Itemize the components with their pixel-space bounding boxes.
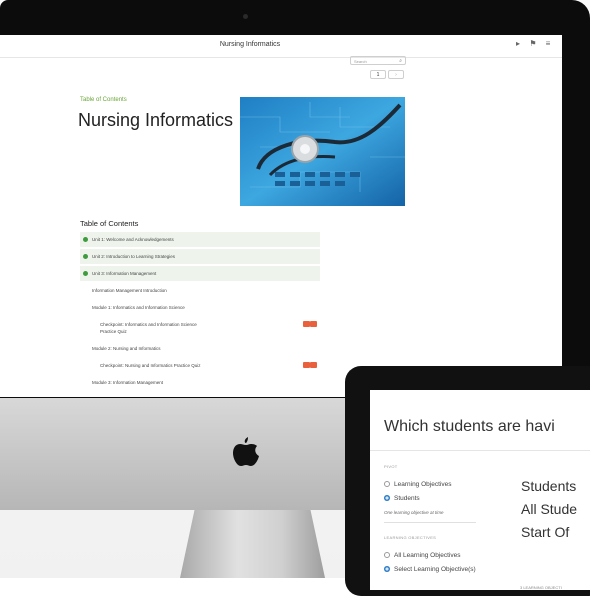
summary-line: All Stude [521, 501, 578, 517]
quiz-badge-icon[interactable] [303, 321, 310, 327]
toc-item[interactable]: Module 1: Informatics and Information Sc… [80, 300, 320, 315]
cover-image [240, 97, 405, 206]
divider [370, 450, 590, 451]
desktop-screen: Nursing Informatics ▸ ⚑ ≡ Search ⌕ 1 › T… [0, 35, 562, 397]
quiz-badge-icon[interactable] [310, 321, 317, 327]
toc-heading: Table of Contents [80, 219, 139, 228]
learning-objectives-label: LEARNING OBJECTIVES [384, 535, 437, 540]
camera-dot [243, 14, 248, 19]
toc-item[interactable]: Unit 1: Welcome and Acknowledgements [80, 232, 320, 247]
complete-dot-icon [83, 271, 88, 277]
pivot-note: One learning objective at time [384, 510, 444, 515]
toc-link[interactable]: Table of Contents [80, 97, 127, 103]
toc-item[interactable]: Module 2: Nursing and Informatics [80, 341, 320, 356]
toc-item[interactable]: Module 3: Information Management [80, 375, 320, 390]
toc-item[interactable]: Unit 3: Information Management [80, 266, 320, 281]
complete-dot-icon [83, 237, 88, 243]
radio-selected-icon[interactable] [384, 566, 390, 573]
next-page-button[interactable]: › [388, 70, 404, 79]
radio-icon[interactable] [384, 481, 390, 488]
pivot-option-students[interactable]: Students [384, 495, 420, 502]
pivot-label: PIVOT [384, 464, 398, 469]
summary-line: Students [521, 478, 577, 494]
imac-stand [180, 510, 325, 578]
menu-icon[interactable]: ≡ [543, 39, 553, 49]
learning-objectives-count: 3 LEARNING OBJECTI [520, 585, 562, 590]
radio-icon[interactable] [384, 552, 390, 559]
apple-logo-icon [233, 437, 259, 466]
pivot-option-learning-objectives[interactable]: Learning Objectives [384, 481, 451, 488]
product-photo: Nursing Informatics ▸ ⚑ ≡ Search ⌕ 1 › T… [0, 0, 590, 596]
laptop-screen: Which students are havi PIVOT Learning O… [370, 390, 590, 590]
radio-selected-icon[interactable] [384, 495, 390, 502]
page-number-button[interactable]: 1 [370, 70, 386, 79]
toc-item[interactable]: Checkpoint: Nursing and Informatics Prac… [80, 358, 320, 373]
complete-dot-icon [83, 254, 88, 260]
summary-line: Start Of [521, 524, 570, 540]
play-icon[interactable]: ▸ [513, 39, 523, 49]
search-icon[interactable]: ⌕ [399, 57, 402, 66]
divider [384, 522, 476, 523]
search-input[interactable]: Search ⌕ [350, 56, 406, 65]
bookmark-icon[interactable]: ⚑ [528, 39, 538, 49]
toc-item[interactable]: Information Management Introduction [80, 283, 320, 298]
quiz-badge-icon[interactable] [310, 362, 317, 368]
toc-item[interactable]: Unit 2: Introduction to Learning Strateg… [80, 249, 320, 264]
toc-item[interactable]: Checkpoint: Informatics and Information … [80, 317, 320, 339]
lo-option-all[interactable]: All Learning Objectives [384, 552, 460, 559]
lo-option-select[interactable]: Select Learning Objective(s) [384, 566, 476, 573]
reader-toolbar: Nursing Informatics ▸ ⚑ ≡ [0, 35, 562, 58]
quiz-badge-icon[interactable] [303, 362, 310, 368]
book-title: Nursing Informatics [78, 110, 234, 130]
page-title: Which students are havi [384, 418, 555, 435]
app-title: Nursing Informatics [219, 41, 281, 48]
